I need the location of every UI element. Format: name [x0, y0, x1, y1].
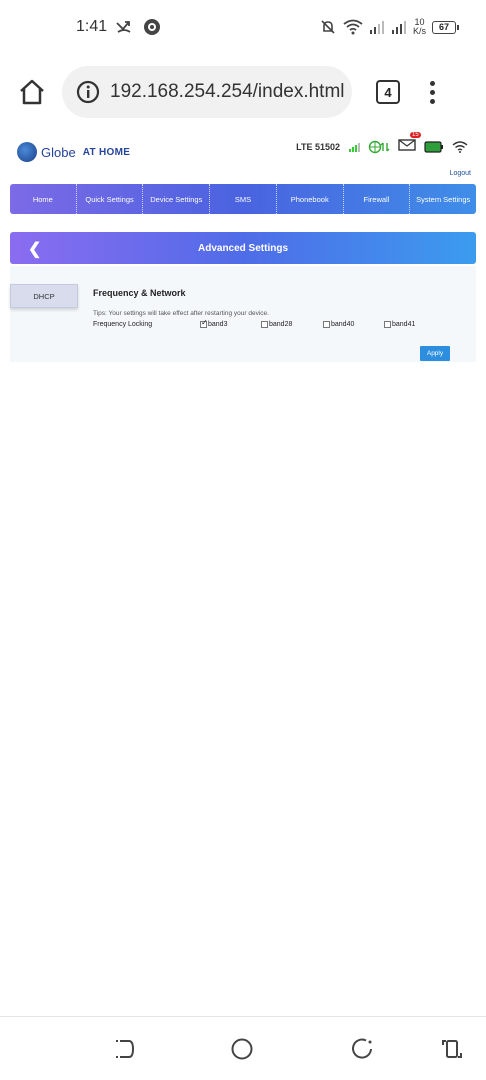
band41-label: band41 — [392, 321, 416, 328]
mute-icon — [321, 20, 335, 34]
url-text: 192.168.254.254/index.html — [110, 81, 345, 102]
home-circle-icon[interactable] — [230, 1037, 254, 1061]
band41-option[interactable]: band41 — [384, 321, 415, 328]
status-time: 1:41 — [76, 18, 108, 35]
nav-system-settings[interactable]: System Settings — [410, 184, 476, 214]
main-nav: Home Quick Settings Device Settings SMS … — [10, 184, 476, 214]
internet-icon — [368, 140, 390, 154]
phone-screen: 1:41 10 K/s 67 192.168.254.254/index.htm… — [0, 0, 486, 1080]
nav-sms[interactable]: SMS — [210, 184, 277, 214]
back-gesture-icon[interactable] — [112, 1037, 136, 1061]
nav-firewall[interactable]: Firewall — [344, 184, 411, 214]
mail-icon — [398, 139, 416, 151]
more-options-icon[interactable] — [430, 80, 435, 104]
app-notification-icon — [144, 19, 161, 35]
band3-option[interactable]: band3 — [200, 318, 228, 328]
settings-panel: DHCP Frequency & Network Tips: Your sett… — [10, 266, 476, 362]
band41-checkbox[interactable] — [384, 321, 391, 328]
nav-device-settings[interactable]: Device Settings — [143, 184, 211, 214]
logout-link[interactable]: Logout — [450, 170, 471, 177]
band28-option[interactable]: band28 — [261, 321, 292, 328]
apply-button[interactable]: Apply — [420, 346, 450, 361]
status-right-icons: 10 K/s 67 — [319, 18, 459, 36]
back-chevron-icon[interactable]: ❮ — [28, 239, 41, 259]
status-bar: 1:41 10 K/s 67 — [0, 0, 486, 54]
web-content: Globe AT HOME LTE 51502 15 Logout Home Q… — [0, 130, 486, 362]
router-header: Globe AT HOME LTE 51502 15 Logout — [0, 130, 486, 177]
band40-label: band40 — [331, 321, 355, 328]
net-speed: 10 K/s — [413, 18, 426, 36]
net-speed-unit: K/s — [412, 26, 426, 36]
lte-signal-icon — [349, 143, 360, 152]
page-title: Advanced Settings — [197, 242, 289, 254]
tab-switcher-button[interactable]: 4 — [376, 80, 400, 104]
nav-phonebook[interactable]: Phonebook — [277, 184, 344, 214]
nav-home[interactable]: Home — [10, 184, 77, 214]
rotate-screen-icon[interactable] — [440, 1037, 464, 1061]
home-icon — [20, 79, 44, 105]
browser-toolbar: 192.168.254.254/index.html 4 — [0, 62, 486, 122]
band3-label: band3 — [208, 321, 228, 328]
network-label: LTE 51502 — [296, 142, 340, 152]
dhcp-tab[interactable]: DHCP — [10, 284, 78, 308]
signal-icon-1 — [369, 21, 384, 34]
band40-checkbox[interactable] — [323, 321, 330, 328]
band40-option[interactable]: band40 — [323, 321, 354, 328]
home-button[interactable] — [2, 62, 62, 122]
mail-count-badge: 15 — [410, 132, 421, 138]
frequency-locking-label: Frequency Locking — [93, 321, 153, 328]
recents-icon[interactable] — [350, 1037, 374, 1061]
signal-icon-2 — [391, 21, 406, 34]
band3-checkbox[interactable] — [200, 318, 208, 328]
system-nav-bar — [0, 1016, 486, 1080]
missed-call-icon — [116, 21, 131, 33]
globe-logo-icon — [17, 142, 37, 162]
logo-suffix: AT HOME — [82, 146, 131, 158]
band28-checkbox[interactable] — [261, 321, 268, 328]
battery-icon: 67 — [432, 20, 459, 34]
tips-text: Tips: Your settings will take effect aft… — [93, 310, 269, 317]
sms-indicator[interactable]: 15 — [398, 132, 421, 156]
section-title: Frequency & Network — [93, 288, 186, 298]
globe-logo: Globe AT HOME — [17, 142, 130, 162]
router-wifi-icon — [452, 141, 468, 153]
page-title-bar: ❮ Advanced Settings — [10, 232, 476, 264]
nav-quick-settings[interactable]: Quick Settings — [77, 184, 144, 214]
url-field[interactable]: 192.168.254.254/index.html — [62, 66, 352, 118]
logo-brand: Globe — [41, 144, 76, 160]
status-left-icons — [115, 18, 161, 36]
router-status: LTE 51502 15 — [296, 132, 468, 156]
band28-label: band28 — [269, 321, 293, 328]
wifi-icon — [343, 19, 363, 35]
info-icon — [76, 80, 100, 104]
router-battery-icon — [424, 141, 443, 153]
